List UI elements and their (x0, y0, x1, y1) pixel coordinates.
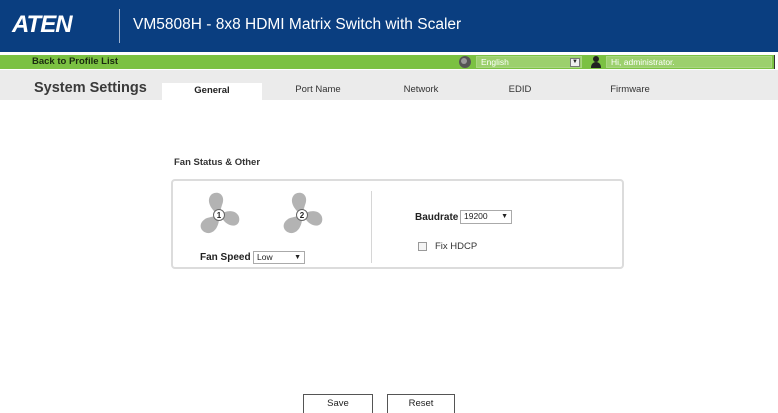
app-root: ATEN VM5808H - 8x8 HDMI Matrix Switch wi… (0, 0, 778, 413)
fan-icon: 1 (193, 189, 245, 241)
fix-hdcp-label[interactable]: Fix HDCP (435, 241, 477, 252)
app-title: VM5808H - 8x8 HDMI Matrix Switch with Sc… (133, 16, 462, 33)
fix-hdcp-checkbox[interactable] (418, 242, 427, 251)
section-heading: Fan Status & Other (174, 157, 261, 168)
baudrate-label: Baudrate (415, 212, 459, 223)
user-greeting-text: Hi, administrator. (611, 57, 675, 67)
tab-firmware[interactable]: Firmware (588, 82, 672, 100)
tab-network[interactable]: Network (382, 82, 460, 100)
back-to-profile-list-link[interactable]: Back to Profile List (32, 56, 118, 67)
fan-speed-select[interactable]: Low ▼ (253, 251, 305, 264)
tab-port-name[interactable]: Port Name (278, 82, 358, 100)
chevron-down-icon[interactable]: ▼ (570, 58, 580, 67)
fan-1-graphic: 1 (200, 192, 240, 234)
user-icon (590, 56, 602, 68)
app-header: ATEN VM5808H - 8x8 HDMI Matrix Switch wi… (0, 0, 778, 52)
fan-icon: 2 (276, 189, 328, 241)
baudrate-value: 19200 (464, 211, 488, 221)
panel-divider (371, 191, 372, 263)
tab-bar: System Settings General Port Name Networ… (0, 70, 778, 100)
tab-general[interactable]: General (162, 83, 262, 100)
fan-speed-label: Fan Speed (200, 252, 251, 263)
fan-1-number: 1 (217, 211, 222, 220)
baudrate-select[interactable]: 19200 ▼ (460, 210, 512, 224)
language-select-value: English (481, 57, 509, 67)
scrollbar-edge (774, 55, 778, 69)
top-toolbar: Back to Profile List English ▼ Hi, admin… (0, 55, 778, 69)
page-title: System Settings (34, 80, 147, 96)
chevron-down-icon: ▼ (501, 213, 508, 220)
chevron-down-icon: ▼ (294, 254, 301, 261)
save-button[interactable]: Save (303, 394, 373, 413)
fan-2-graphic: 2 (283, 192, 323, 234)
fan-speed-value: Low (257, 252, 273, 262)
fan-2-number: 2 (300, 211, 305, 220)
aten-logo: ATEN (12, 11, 73, 38)
globe-icon (459, 56, 471, 68)
fan-status-panel: 1 2 Fan Speed Low ▼ Baudrate 19200 ▼ Fix… (171, 179, 624, 269)
header-divider (119, 9, 120, 43)
user-greeting: Hi, administrator. (606, 56, 772, 68)
reset-button[interactable]: Reset (387, 394, 455, 413)
language-select[interactable]: English ▼ (476, 56, 582, 68)
tab-edid[interactable]: EDID (490, 82, 550, 100)
